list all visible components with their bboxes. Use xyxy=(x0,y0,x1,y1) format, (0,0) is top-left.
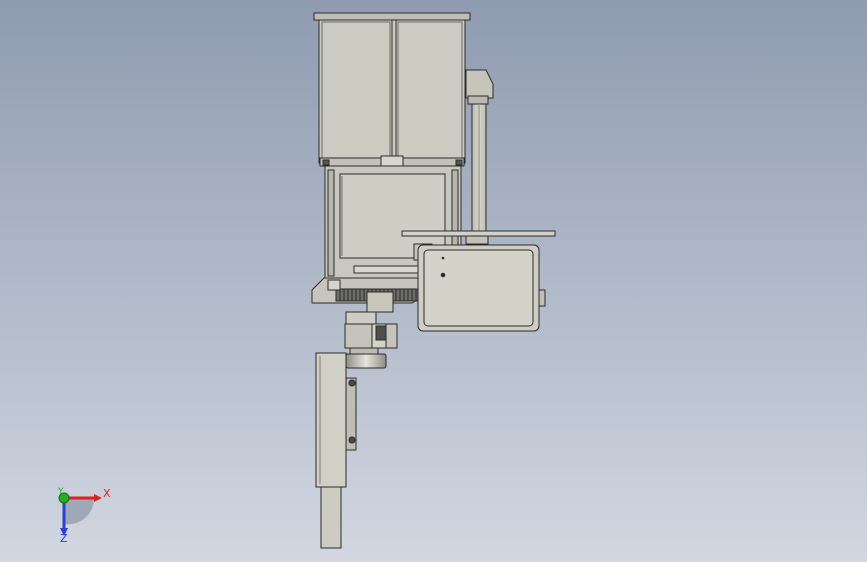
motor-top-flange xyxy=(313,12,471,21)
assembly-model[interactable] xyxy=(0,0,867,562)
triad-quadrant xyxy=(64,498,95,525)
axis-triad[interactable]: X Y Z xyxy=(50,482,120,542)
x-axis-label: X xyxy=(103,487,111,500)
roller[interactable] xyxy=(345,353,387,369)
cad-viewport[interactable]: X Y Z xyxy=(0,0,867,562)
motor-housing[interactable] xyxy=(313,12,471,167)
guide-rod[interactable] xyxy=(465,69,494,237)
side-gearbox[interactable] xyxy=(413,243,546,332)
z-axis-label: Z xyxy=(60,532,68,542)
slide-column[interactable] xyxy=(315,352,357,549)
y-axis-label: Y xyxy=(57,487,64,497)
horizontal-plate[interactable] xyxy=(401,230,556,237)
x-axis-arrowhead xyxy=(94,494,102,502)
